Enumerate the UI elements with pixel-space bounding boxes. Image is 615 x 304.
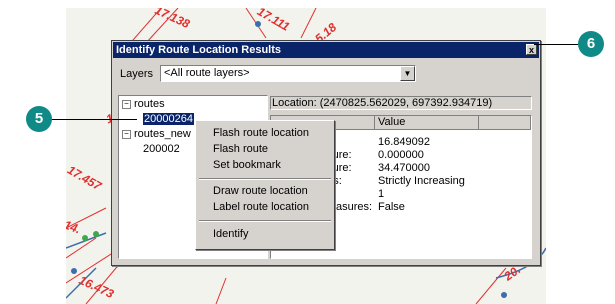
field-cell: asures: [336, 201, 373, 213]
menu-separator [199, 220, 331, 222]
dialog-titlebar[interactable]: Identify Route Location Results x [113, 42, 539, 58]
value-cell: False [378, 201, 405, 213]
menu-item-label-route-location[interactable]: Label route location [213, 201, 309, 213]
tree-node-routes[interactable]: − routes [122, 98, 165, 110]
menu-item-flash-route-location[interactable]: Flash route location [213, 127, 309, 139]
collapse-icon[interactable]: − [122, 100, 131, 109]
menu-item-flash-route[interactable]: Flash route [213, 143, 268, 155]
layers-dropdown-value: <All route layers> [164, 67, 250, 79]
menu-item-set-bookmark[interactable]: Set bookmark [213, 159, 281, 171]
value-cell: 1 [378, 188, 385, 200]
value-cell: Strictly Increasing [378, 175, 465, 187]
tree-node-routes-new-child[interactable]: 200002 [143, 143, 180, 155]
callout-badge-5: 5 [26, 106, 52, 132]
location-readout: Location: (2470825.562029, 697392.934719… [270, 96, 532, 110]
extra-column-header[interactable] [479, 116, 531, 130]
value-cell: 0.000000 [378, 149, 424, 161]
callout-badge-6: 6 [578, 31, 604, 57]
menu-separator [199, 178, 331, 180]
tree-node-route-id[interactable]: 20000264 [143, 113, 194, 125]
menu-item-draw-route-location[interactable]: Draw route location [213, 185, 308, 197]
tree-node-routes-new[interactable]: − routes_new [122, 128, 191, 140]
callout-5-leader [50, 119, 137, 120]
close-button[interactable]: x [526, 44, 537, 55]
layers-dropdown[interactable]: <All route layers> ▼ [160, 65, 416, 82]
value-column-header[interactable]: Value [375, 116, 479, 130]
chevron-down-icon[interactable]: ▼ [400, 66, 415, 81]
tree-node-label: routes_new [134, 128, 191, 140]
collapse-icon[interactable]: − [122, 130, 131, 139]
layers-label: Layers [120, 68, 154, 80]
menu-item-identify[interactable]: Identify [213, 228, 248, 240]
route-context-menu: Flash route location Flash route Set boo… [195, 120, 335, 250]
dialog-title: Identify Route Location Results [116, 44, 282, 56]
value-cell: 34.470000 [378, 162, 430, 174]
value-cell: 16.849092 [378, 136, 430, 148]
tree-node-label: routes [134, 98, 165, 110]
tree-node-label: 20000264 [143, 113, 194, 125]
callout-6-leader [534, 44, 579, 45]
tree-node-label: 200002 [143, 143, 180, 155]
